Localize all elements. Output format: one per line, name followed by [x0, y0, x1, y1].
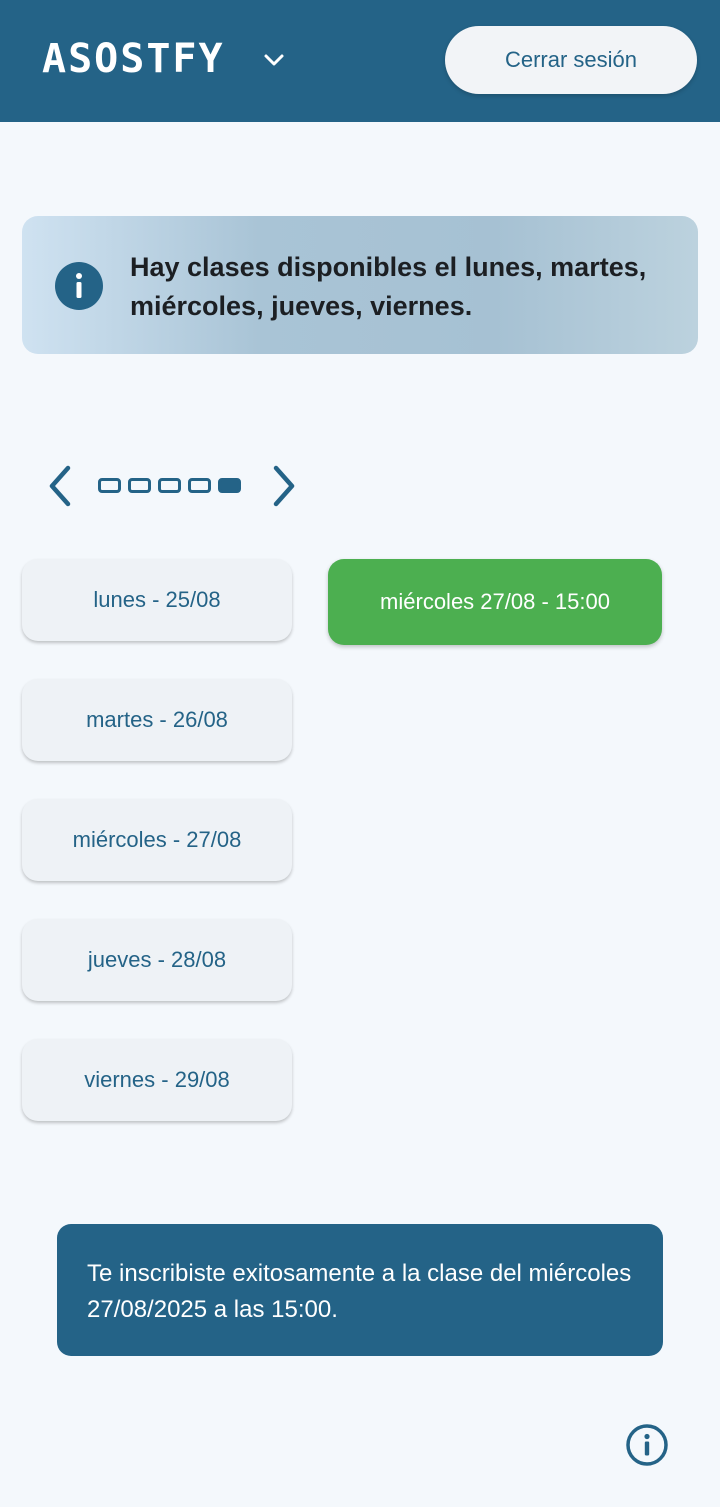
page-dot[interactable]	[188, 478, 211, 493]
info-outline-icon[interactable]	[625, 1423, 669, 1467]
day-button-miercoles[interactable]: miércoles - 27/08	[22, 799, 292, 881]
day-button-jueves[interactable]: jueves - 28/08	[22, 919, 292, 1001]
day-button-martes[interactable]: martes - 26/08	[22, 679, 292, 761]
logout-button[interactable]: Cerrar sesión	[445, 26, 697, 94]
success-snackbar: Te inscribiste exitosamente a la clase d…	[57, 1224, 663, 1356]
page-dot[interactable]	[98, 478, 121, 493]
chevron-down-icon[interactable]	[258, 44, 290, 76]
page-indicator	[98, 478, 241, 493]
availability-text: Hay clases disponibles el lunes, martes,…	[130, 252, 647, 321]
chevron-right-icon[interactable]	[262, 462, 306, 510]
app-header: ASOSTFY Cerrar sesión	[0, 0, 720, 122]
page-dot[interactable]	[128, 478, 151, 493]
page-dot[interactable]	[158, 478, 181, 493]
selected-time-slot-button[interactable]: miércoles 27/08 - 15:00	[328, 559, 662, 645]
app-logo[interactable]: ASOSTFY	[42, 36, 225, 82]
info-icon	[55, 262, 103, 310]
chevron-left-icon[interactable]	[38, 462, 82, 510]
day-button-lunes[interactable]: lunes - 25/08	[22, 559, 292, 641]
availability-banner: Hay clases disponibles el lunes, martes,…	[22, 216, 698, 354]
page-dot-active[interactable]	[218, 478, 241, 493]
day-button-viernes[interactable]: viernes - 29/08	[22, 1039, 292, 1121]
